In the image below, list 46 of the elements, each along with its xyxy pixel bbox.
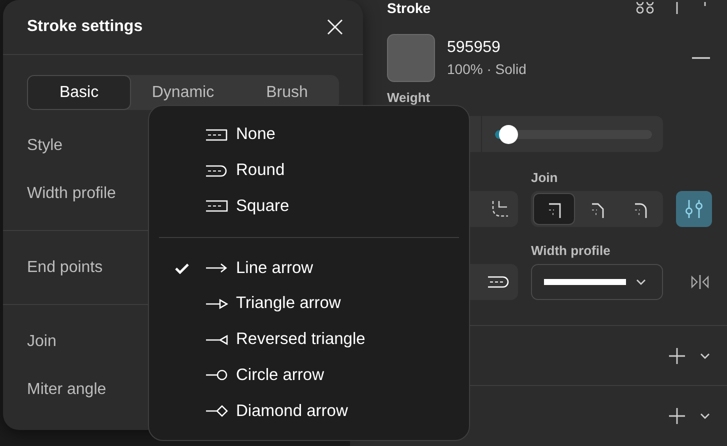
- sliders-icon: [684, 199, 704, 219]
- tab[interactable]: Brush: [235, 75, 339, 110]
- setting-label: Style: [27, 136, 63, 156]
- width-profile-dropdown[interactable]: [531, 264, 663, 300]
- reversed-triangle-icon: [205, 334, 228, 346]
- tab[interactable]: Basic: [27, 75, 131, 110]
- menu-item[interactable]: Diamond arrow: [159, 393, 459, 429]
- menu-item[interactable]: Line arrow: [159, 250, 459, 286]
- slider-thumb[interactable]: [498, 125, 518, 144]
- color-swatch[interactable]: [387, 34, 435, 82]
- dialog-title: Stroke settings: [27, 18, 144, 36]
- setting-label: Miter angle: [27, 380, 106, 400]
- opacity-style-text: 100% · Solid: [447, 61, 528, 77]
- round-cap-icon: [205, 164, 228, 177]
- round-cap-icon: [487, 276, 510, 288]
- setting-label: Join: [27, 332, 56, 352]
- chevron-icon[interactable]: [636, 279, 646, 285]
- join-label: Join: [531, 170, 559, 185]
- close-button[interactable]: [327, 19, 343, 35]
- circle-arrow-icon: [205, 369, 228, 382]
- menu-item[interactable]: Triangle arrow: [159, 286, 459, 322]
- join-option[interactable]: [533, 193, 576, 225]
- weight-label: Weight: [387, 90, 430, 105]
- styles-icon[interactable]: [636, 2, 654, 14]
- outside-stroke-icon[interactable]: [490, 200, 510, 218]
- menu-item[interactable]: Round: [159, 152, 459, 188]
- tab[interactable]: Dynamic: [131, 75, 235, 110]
- diamond-arrow-icon: [205, 405, 228, 418]
- triangle-arrow-icon: [205, 298, 228, 310]
- close-icon: [327, 19, 343, 35]
- advanced-settings-button[interactable]: [676, 191, 712, 227]
- setting-label: Width profile: [27, 184, 116, 204]
- color-hex: 595959: [447, 39, 502, 57]
- setting-label: End points: [27, 258, 103, 278]
- chevron-icon[interactable]: [700, 413, 710, 420]
- menu-item[interactable]: Square: [159, 188, 459, 224]
- arrow-icon: [205, 262, 228, 274]
- chevron-icon[interactable]: [700, 352, 710, 359]
- panel-title: Stroke: [387, 1, 432, 15]
- flip-icon[interactable]: [691, 275, 709, 289]
- butt-cap-icon: [205, 128, 228, 141]
- square-cap-icon: [205, 200, 228, 212]
- menu-item[interactable]: Circle arrow: [159, 358, 459, 394]
- menu-item[interactable]: None: [159, 117, 459, 153]
- width-profile-label: Width profile: [531, 243, 612, 258]
- menu-item[interactable]: Reversed triangle: [159, 322, 459, 358]
